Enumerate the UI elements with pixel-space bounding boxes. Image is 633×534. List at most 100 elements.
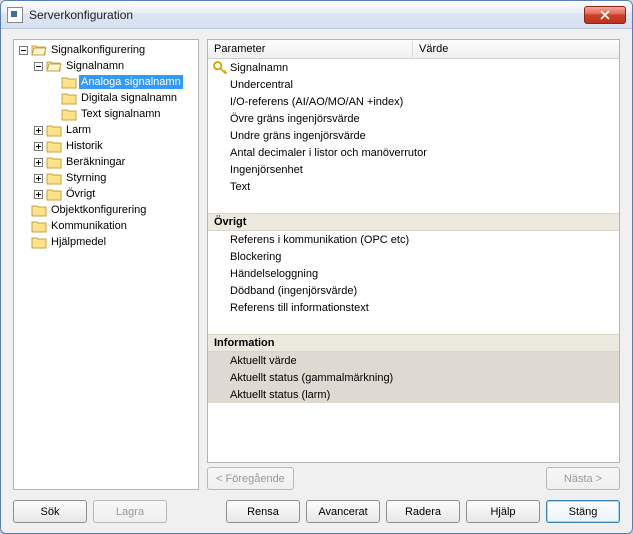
param-row[interactable]: Undercentral — [208, 76, 619, 93]
tree-label: Text signalnamn — [79, 107, 163, 121]
param-label: Undercentral — [228, 79, 293, 91]
folder-icon — [46, 187, 62, 201]
param-row[interactable]: Referens i kommunikation (OPC etc) — [208, 231, 619, 248]
tree-node-ovrigt[interactable]: Övrigt — [31, 186, 198, 202]
param-label: Händelseloggning — [228, 268, 318, 280]
expand-icon[interactable] — [33, 141, 44, 152]
expand-icon[interactable] — [33, 125, 44, 136]
tree-node-kommunikation[interactable]: Kommunikation — [16, 218, 198, 234]
tree-label: Kommunikation — [49, 219, 129, 233]
serverkonfiguration-window: Serverkonfiguration Signalkonfigurering — [0, 0, 633, 534]
folder-icon — [46, 123, 62, 137]
tree-node-analoga-signalnamn[interactable]: Analoga signalnamn — [46, 74, 198, 90]
tree-label: Styrning — [64, 171, 108, 185]
section-information: Information — [208, 334, 619, 352]
tree-node-berakningar[interactable]: Beräkningar — [31, 154, 198, 170]
param-label: Dödband (ingenjörsvärde) — [228, 285, 357, 297]
clear-button[interactable]: Rensa — [226, 500, 300, 523]
titlebar[interactable]: Serverkonfiguration — [1, 1, 632, 29]
param-label: Signalnamn — [228, 62, 288, 74]
tree-node-signalnamn[interactable]: Signalnamn — [31, 58, 198, 74]
folder-icon — [61, 91, 77, 105]
folder-open-icon — [46, 59, 62, 73]
window-title: Serverkonfiguration — [29, 8, 584, 22]
right-panel: Parameter Värde Signalnamn Undercentral … — [207, 39, 620, 490]
tree-node-historik[interactable]: Historik — [31, 138, 198, 154]
store-button[interactable]: Lagra — [93, 500, 167, 523]
param-row[interactable]: I/O-referens (AI/AO/MO/AN +index) — [208, 93, 619, 110]
folder-open-icon — [31, 43, 47, 57]
column-header-value[interactable]: Värde — [413, 41, 619, 57]
tree-node-objektkonfigurering[interactable]: Objektkonfigurering — [16, 202, 198, 218]
tree-label: Historik — [64, 139, 105, 153]
column-header-parameter[interactable]: Parameter — [208, 41, 413, 57]
client-area: Signalkonfigurering Signalnamn — [1, 29, 632, 533]
delete-button[interactable]: Radera — [386, 500, 460, 523]
tree-label: Analoga signalnamn — [79, 75, 183, 89]
param-label: Antal decimaler i listor och manöverruto… — [228, 147, 427, 159]
folder-icon — [31, 235, 47, 249]
folder-icon — [46, 139, 62, 153]
param-row[interactable]: Blockering — [208, 248, 619, 265]
expand-icon[interactable] — [33, 189, 44, 200]
previous-button[interactable]: < Föregående — [207, 467, 294, 490]
close-dialog-button[interactable]: Stäng — [546, 500, 620, 523]
param-label: Aktuellt status (larm) — [228, 389, 330, 401]
param-label: Blockering — [228, 251, 281, 263]
main-area: Signalkonfigurering Signalnamn — [13, 39, 620, 490]
param-label: Aktuellt status (gammalmärkning) — [228, 372, 393, 384]
tree-node-signalkonfigurering[interactable]: Signalkonfigurering — [16, 42, 198, 58]
param-row[interactable]: Aktuellt värde — [208, 352, 619, 369]
advanced-button[interactable]: Avancerat — [306, 500, 380, 523]
tree-node-text-signalnamn[interactable]: Text signalnamn — [46, 106, 198, 122]
param-label: Ingenjörsenhet — [228, 164, 303, 176]
close-icon — [600, 10, 610, 20]
tree-label: Signalkonfigurering — [49, 43, 147, 57]
expand-icon[interactable] — [33, 157, 44, 168]
tree-label: Beräkningar — [64, 155, 127, 169]
param-label: Referens i kommunikation (OPC etc) — [228, 234, 409, 246]
tree-panel[interactable]: Signalkonfigurering Signalnamn — [13, 39, 199, 490]
tree-label: Larm — [64, 123, 93, 137]
folder-icon — [61, 107, 77, 121]
key-icon — [212, 61, 228, 75]
param-label: Övre gräns ingenjörsvärde — [228, 113, 360, 125]
tree-node-larm[interactable]: Larm — [31, 122, 198, 138]
param-row[interactable]: Dödband (ingenjörsvärde) — [208, 282, 619, 299]
param-row[interactable]: Händelseloggning — [208, 265, 619, 282]
parameter-body: Signalnamn Undercentral I/O-referens (AI… — [208, 59, 619, 462]
tree-label: Signalnamn — [64, 59, 126, 73]
parameter-header[interactable]: Parameter Värde — [208, 40, 619, 59]
param-row[interactable]: Text — [208, 178, 619, 195]
param-row[interactable]: Referens till informationstext — [208, 299, 619, 316]
app-icon — [7, 7, 23, 23]
collapse-icon[interactable] — [18, 45, 29, 56]
next-button[interactable]: Nästa > — [546, 467, 620, 490]
tree-node-hjalpmedel[interactable]: Hjälpmedel — [16, 234, 198, 250]
param-row[interactable]: Signalnamn — [208, 59, 619, 76]
button-bar: Sök Lagra Rensa Avancerat Radera Hjälp S… — [13, 490, 620, 523]
parameter-table[interactable]: Parameter Värde Signalnamn Undercentral … — [207, 39, 620, 463]
help-button[interactable]: Hjälp — [466, 500, 540, 523]
folder-icon — [46, 155, 62, 169]
param-label: Referens till informationstext — [228, 302, 369, 314]
param-row[interactable]: Undre gräns ingenjörsvärde — [208, 127, 619, 144]
tree-node-styrning[interactable]: Styrning — [31, 170, 198, 186]
tree-label: Digitala signalnamn — [79, 91, 179, 105]
param-row[interactable]: Aktuellt status (gammalmärkning) — [208, 369, 619, 386]
expand-icon[interactable] — [33, 173, 44, 184]
search-button[interactable]: Sök — [13, 500, 87, 523]
param-row[interactable]: Antal decimaler i listor och manöverruto… — [208, 144, 619, 161]
close-button[interactable] — [584, 6, 626, 24]
param-row[interactable]: Ingenjörsenhet — [208, 161, 619, 178]
section-ovrigt: Övrigt — [208, 213, 619, 231]
param-row[interactable]: Övre gräns ingenjörsvärde — [208, 110, 619, 127]
tree-label: Objektkonfigurering — [49, 203, 148, 217]
tree-node-digitala-signalnamn[interactable]: Digitala signalnamn — [46, 90, 198, 106]
param-row[interactable]: Aktuellt status (larm) — [208, 386, 619, 403]
param-label: Undre gräns ingenjörsvärde — [228, 130, 366, 142]
folder-icon — [61, 75, 77, 89]
collapse-icon[interactable] — [33, 61, 44, 72]
param-label: I/O-referens (AI/AO/MO/AN +index) — [228, 96, 403, 108]
folder-icon — [31, 219, 47, 233]
